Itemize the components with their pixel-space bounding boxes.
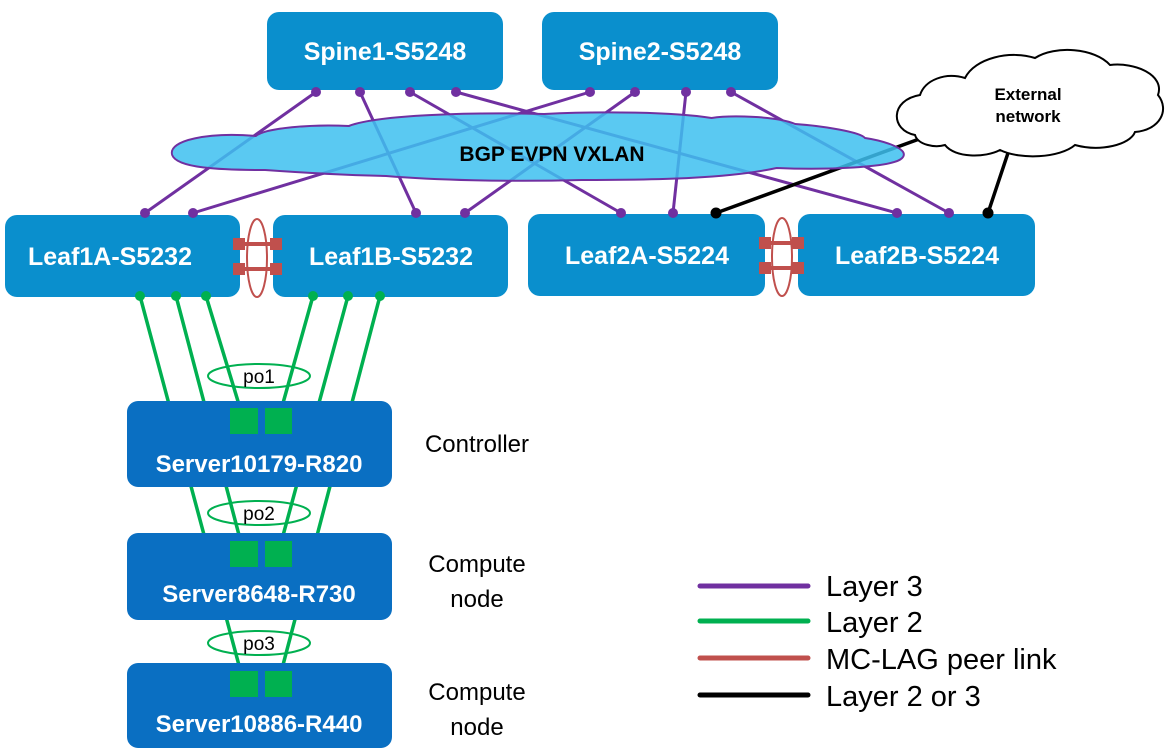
external-network-label-line2: network [995,107,1061,126]
legend-label: Layer 2 [826,607,923,639]
port-dot [616,208,626,218]
server-role-label-line2: node [450,714,503,741]
port-dot [201,291,211,301]
port-dot [668,208,678,218]
port-dot [585,87,595,97]
port-channel-label: po3 [243,634,275,655]
mclag-peer-link [759,217,804,297]
port-dot [375,291,385,301]
legend-label: Layer 2 or 3 [826,681,981,713]
spine-label: Spine1-S5248 [304,38,467,66]
port-dot [630,87,640,97]
port-dot [135,291,145,301]
server-role-label: Compute [428,679,525,706]
port-dot [710,207,722,219]
layer2-links [138,295,382,685]
port-dot [460,208,470,218]
port-dot [892,208,902,218]
nic-port [265,408,292,434]
port-dot [171,291,181,301]
port-dot [140,208,150,218]
port-channel: po2 [207,500,311,526]
fabric-label: BGP EVPN VXLAN [459,143,644,166]
port-dot [355,87,365,97]
server[interactable]: Server10886-R440 [127,663,392,748]
server[interactable]: Server10179-R820 [127,401,392,487]
external-network-label-line1: External [994,85,1061,104]
nic-port [265,671,292,697]
port-dot [982,207,994,219]
network-topology-diagram: BGP EVPN VXLAN External network Spine1-S… [5,12,1164,748]
leaf-label: Leaf2B-S5224 [835,242,999,270]
leaf-label: Leaf1A-S5232 [28,243,192,271]
port-channel-label: po1 [243,367,275,388]
leaf-switch[interactable]: Leaf1A-S5232 [5,215,240,297]
port-dot [681,87,691,97]
port-channel: po1 [207,363,311,389]
leaf-label: Leaf1B-S5232 [309,243,473,271]
spine-switch[interactable]: Spine2-S5248 [542,12,778,90]
server-role-label-line2: node [450,586,503,613]
server-role-label: Controller [425,431,529,458]
layer2or3-link [986,152,1010,214]
leaf-switch[interactable]: Leaf2B-S5224 [798,214,1035,296]
server-role-label: Compute [428,551,525,578]
port-channel-label: po2 [243,504,275,525]
port-channel: po3 [207,630,311,656]
port-dot [311,87,321,97]
nic-port [265,541,292,567]
nic-port [230,671,258,697]
layer2-link [276,295,382,685]
spine-label: Spine2-S5248 [579,38,742,66]
port-dot [726,87,736,97]
port-dot [944,208,954,218]
nic-port [230,408,258,434]
port-dot [411,208,421,218]
port-dot [343,291,353,301]
legend-label: MC-LAG peer link [826,644,1057,676]
nic-port [230,541,258,567]
spine-switch[interactable]: Spine1-S5248 [267,12,503,90]
server-label: Server10179-R820 [156,451,363,478]
port-dot [405,87,415,97]
legend-label: Layer 3 [826,571,923,603]
leaf-switch[interactable]: Leaf1B-S5232 [273,215,508,297]
port-dot [188,208,198,218]
leaf-switch[interactable]: Leaf2A-S5224 [528,214,765,296]
port-dot [308,291,318,301]
port-dot [451,87,461,97]
legend: Layer 3 Layer 2 MC-LAG peer link Layer 2… [697,571,1057,713]
leaf-label: Leaf2A-S5224 [565,242,729,270]
server-label: Server8648-R730 [162,581,356,608]
server[interactable]: Server8648-R730 [127,533,392,620]
server-label: Server10886-R440 [156,711,363,738]
